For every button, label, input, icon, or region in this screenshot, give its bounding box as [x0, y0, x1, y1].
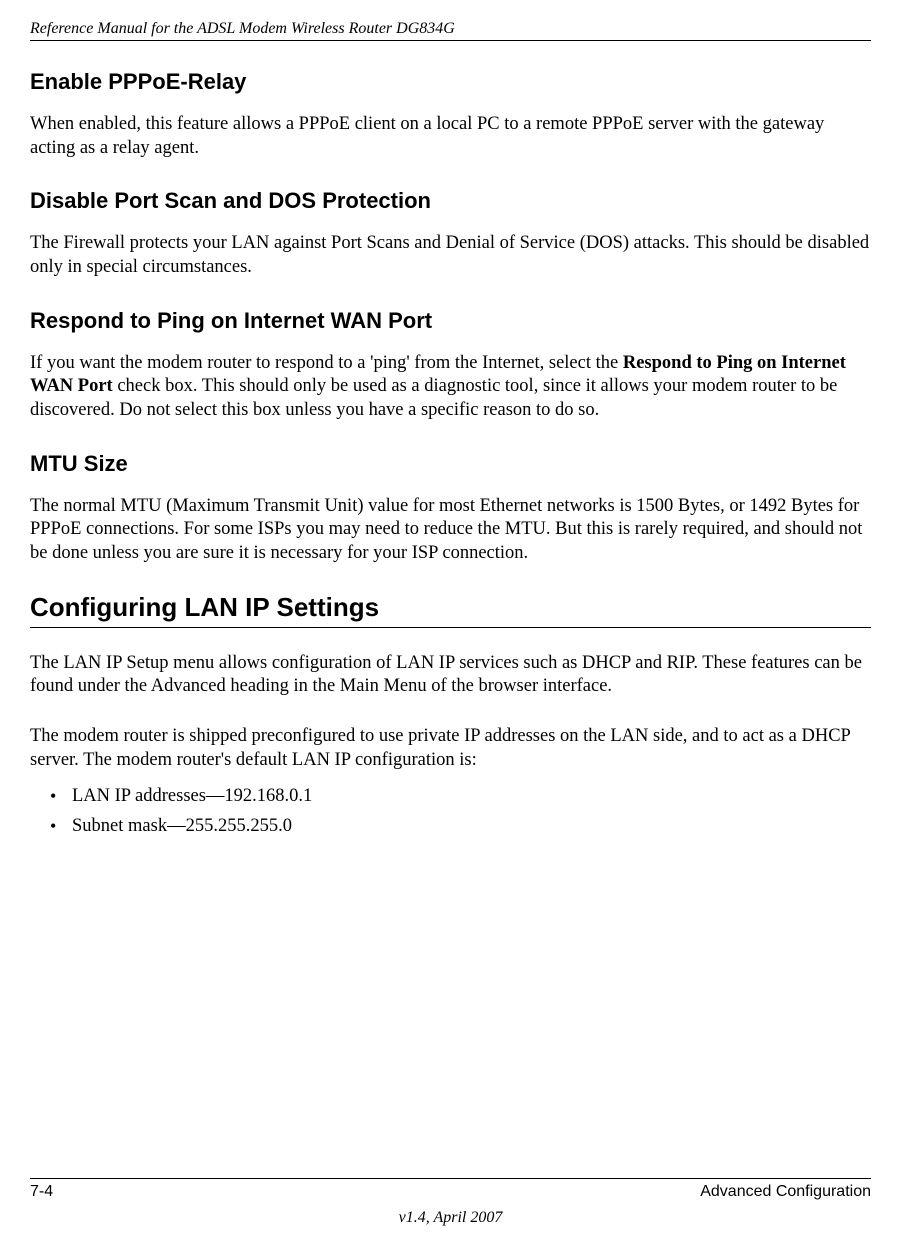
body-lan-ip-p1: The LAN IP Setup menu allows configurati…	[30, 652, 871, 699]
list-item: LAN IP addresses—192.168.0.1	[50, 782, 871, 812]
heading-lan-ip: Configuring LAN IP Settings	[30, 592, 871, 623]
list-item: Subnet mask—255.255.255.0	[50, 812, 871, 842]
bullet-list-lan-ip: LAN IP addresses—192.168.0.1 Subnet mask…	[30, 782, 871, 841]
body-mtu: The normal MTU (Maximum Transmit Unit) v…	[30, 495, 871, 566]
footer-page-number: 7-4	[30, 1183, 53, 1201]
heading-divider	[30, 627, 871, 628]
footer-divider	[30, 1178, 871, 1179]
footer-version: v1.4, April 2007	[30, 1209, 871, 1227]
heading-mtu: MTU Size	[30, 451, 871, 477]
document-header: Reference Manual for the ADSL Modem Wire…	[30, 20, 871, 38]
body-respond-ping-post: check box. This should only be used as a…	[30, 376, 837, 420]
header-divider	[30, 40, 871, 41]
footer-chapter: Advanced Configuration	[700, 1183, 871, 1201]
body-respond-ping: If you want the modem router to respond …	[30, 352, 871, 423]
page-footer: 7-4 Advanced Configuration v1.4, April 2…	[30, 1178, 871, 1227]
heading-respond-ping: Respond to Ping on Internet WAN Port	[30, 308, 871, 334]
body-pppoe-relay: When enabled, this feature allows a PPPo…	[30, 113, 871, 160]
body-port-scan: The Firewall protects your LAN against P…	[30, 232, 871, 279]
heading-pppoe-relay: Enable PPPoE-Relay	[30, 69, 871, 95]
body-lan-ip-p2: The modem router is shipped preconfigure…	[30, 725, 871, 772]
body-respond-ping-pre: If you want the modem router to respond …	[30, 353, 623, 373]
heading-port-scan: Disable Port Scan and DOS Protection	[30, 188, 871, 214]
